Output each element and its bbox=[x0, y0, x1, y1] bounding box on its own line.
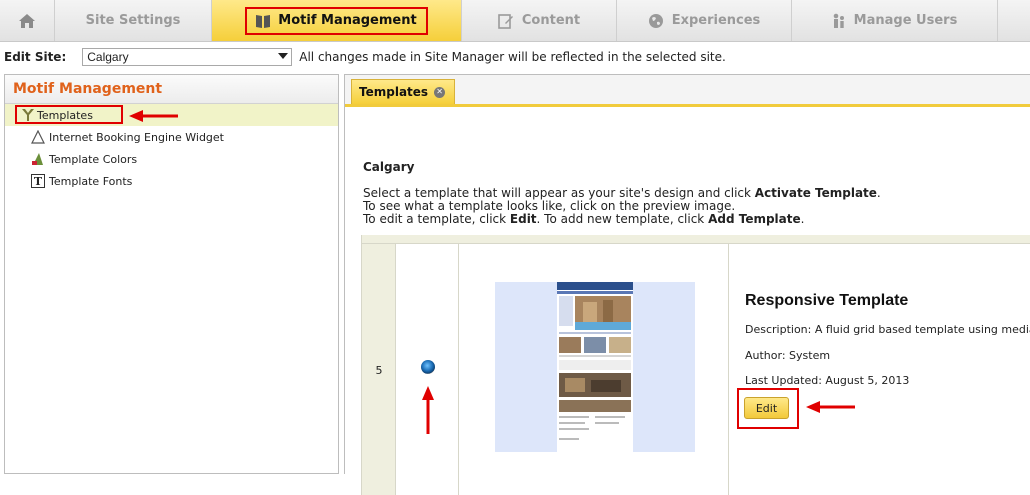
widget-icon bbox=[31, 130, 45, 144]
preview-thumbnail bbox=[557, 282, 633, 452]
chevron-down-icon bbox=[278, 52, 289, 59]
site-heading: Calgary bbox=[363, 160, 415, 174]
nav-tab-motif-management[interactable]: Motif Management bbox=[212, 0, 462, 41]
book-icon bbox=[256, 14, 271, 28]
content-body: Calgary Select a template that will appe… bbox=[363, 161, 1030, 226]
template-last-updated: Last Updated: August 5, 2013 bbox=[745, 374, 910, 387]
instruction-line: To edit a template, click Edit. To add n… bbox=[363, 212, 805, 226]
template-radio[interactable] bbox=[421, 360, 435, 374]
users-icon bbox=[833, 13, 844, 28]
edit-icon bbox=[498, 13, 513, 29]
menu-item-template-colors[interactable]: Template Colors bbox=[5, 148, 338, 170]
nav-tab-label: Site Settings bbox=[85, 13, 181, 28]
content-tabstrip: Templates ✕ bbox=[345, 75, 1030, 107]
top-navigation: Site Settings Motif Management Content E… bbox=[0, 0, 1030, 42]
template-author: Author: System bbox=[745, 349, 831, 362]
row-number: 5 bbox=[375, 364, 383, 377]
nav-tab-experiences[interactable]: Experiences bbox=[617, 0, 792, 41]
edit-button[interactable]: Edit bbox=[744, 397, 789, 419]
edit-site-label: Edit Site: bbox=[4, 49, 67, 64]
home-icon bbox=[19, 13, 35, 28]
globe-icon bbox=[648, 13, 663, 28]
content-panel: Templates ✕ Calgary Select a template th… bbox=[344, 74, 1030, 495]
nav-tab-home[interactable] bbox=[0, 0, 55, 41]
nav-tab-manage-users[interactable]: Manage Users bbox=[792, 0, 998, 41]
highlight-annotation: Motif Management bbox=[245, 6, 428, 35]
templates-table: 5 Responsive Template Description: A flu… bbox=[361, 235, 1030, 495]
template-details: Responsive Template Description: A fluid… bbox=[737, 235, 1030, 495]
nav-tab-label: Content bbox=[521, 13, 581, 28]
arrow-annotation bbox=[129, 110, 178, 122]
nav-tab-site-settings[interactable]: Site Settings bbox=[55, 0, 212, 41]
site-select-value: Calgary bbox=[87, 49, 129, 64]
nav-tab-content[interactable]: Content bbox=[462, 0, 617, 41]
template-icon bbox=[22, 109, 34, 121]
template-description: Description: A fluid grid based template… bbox=[745, 323, 1030, 336]
menu-item-ibe-widget[interactable]: Internet Booking Engine Widget bbox=[5, 126, 338, 148]
left-panel: Motif Management Templates Internet Book… bbox=[4, 74, 339, 474]
menu-item-template-fonts[interactable]: T Template Fonts bbox=[5, 170, 338, 192]
edit-site-bar: Edit Site: Calgary All changes made in S… bbox=[0, 42, 1030, 71]
nav-tab-label: Motif Management bbox=[278, 13, 417, 28]
close-icon[interactable]: ✕ bbox=[434, 86, 446, 98]
palette-icon bbox=[32, 153, 43, 165]
svg-text:T: T bbox=[34, 175, 43, 188]
arrow-annotation bbox=[806, 401, 855, 413]
tab-label: Templates bbox=[359, 85, 429, 99]
nav-tab-label: Experiences bbox=[671, 13, 761, 28]
site-note: All changes made in Site Manager will be… bbox=[299, 49, 726, 64]
menu-item-label: Template Fonts bbox=[49, 174, 133, 188]
site-select[interactable]: Calgary bbox=[82, 47, 293, 66]
tab-templates[interactable]: Templates ✕ bbox=[351, 79, 456, 104]
arrow-annotation bbox=[422, 386, 434, 434]
menu-item-label: Internet Booking Engine Widget bbox=[49, 130, 224, 144]
template-name: Responsive Template bbox=[745, 292, 909, 309]
nav-tab-label: Manage Users bbox=[853, 13, 958, 28]
template-preview-image[interactable] bbox=[495, 282, 695, 452]
menu-item-label: Template Colors bbox=[49, 152, 138, 166]
font-icon: T bbox=[31, 174, 45, 188]
left-panel-title: Motif Management bbox=[5, 75, 338, 104]
